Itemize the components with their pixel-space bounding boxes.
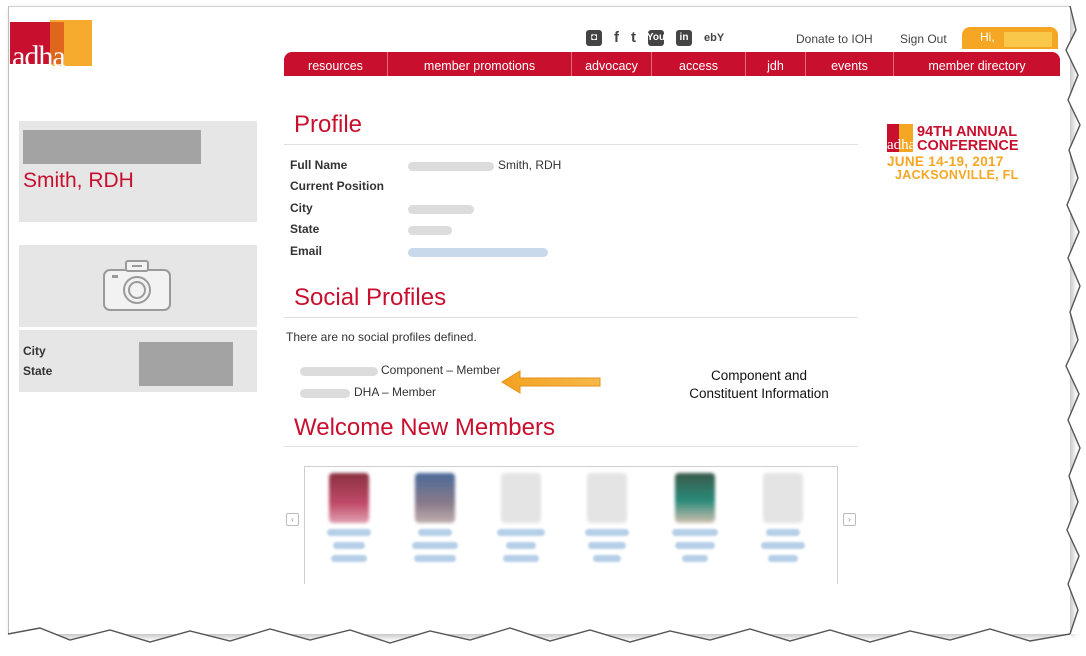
ebay-icon[interactable]: ebY [704,32,724,44]
youtube-icon[interactable]: You [647,29,665,46]
conference-line-2: CONFERENCE [917,138,1019,154]
annotation-callout: Component and Constituent Information [674,367,844,403]
full-name-value: Smith, RDH [498,158,562,172]
sidebar-state-label: State [23,364,53,378]
conference-banner[interactable]: adha 94TH ANNUAL CONFERENCE JUNE 14-19, … [887,124,1059,190]
nav-advocacy[interactable]: advocacy [572,52,652,76]
main-nav: resources member promotions advocacy acc… [284,52,1060,76]
logo-text: adha [12,40,66,73]
new-member-card[interactable] [399,473,471,562]
member-location-card: City State [19,330,257,392]
user-greeting[interactable]: Hi, [962,27,1058,49]
blurred-city [408,205,474,214]
blurred-component-name [300,367,378,376]
city-label: City [290,201,313,215]
sign-out-link[interactable]: Sign Out [900,32,947,46]
carousel-next-button[interactable]: › [843,513,856,526]
carousel-prev-button[interactable]: ‹ [286,513,299,526]
tumblr-icon[interactable]: t [631,29,636,46]
member-name: Smith, RDH [23,169,134,192]
annotation-line-2: Constituent Information [689,386,829,401]
blurred-email-link[interactable] [408,248,548,257]
annotation-arrow-icon [501,370,601,394]
greeting-text: Hi, [980,30,995,44]
profile-heading: Profile [294,111,363,138]
nav-member-promotions[interactable]: member promotions [388,52,572,76]
state-label: State [290,222,320,236]
redacted-location [139,342,233,386]
new-member-card[interactable] [659,473,731,562]
divider [284,317,858,318]
nav-events[interactable]: events [806,52,894,76]
email-label: Email [290,244,323,258]
position-label: Current Position [290,179,385,193]
adha-logo[interactable]: adha [10,20,92,73]
nav-access[interactable]: access [652,52,746,76]
no-social-profiles-text: There are no social profiles defined. [286,330,477,344]
blurred-first-name [408,162,494,171]
new-member-card[interactable] [747,473,819,562]
nav-resources[interactable]: resources [284,52,388,76]
social-icons: ◘ f t You in ebY [586,29,724,46]
conference-logo-text: adha [887,137,916,153]
sidebar-city-label: City [23,344,46,358]
welcome-new-members-heading: Welcome New Members [294,414,555,441]
social-profiles-heading: Social Profiles [294,284,447,311]
new-member-card[interactable] [485,473,557,562]
member-photo[interactable] [19,245,257,327]
new-members-carousel [304,466,838,584]
annotation-line-1: Component and [710,368,808,383]
blurred-constituent-name [300,389,350,398]
component-membership: Component – Member [381,363,501,377]
linkedin-icon[interactable]: in [676,29,692,46]
constituent-membership: DHA – Member [354,385,437,399]
facebook-icon[interactable]: f [614,29,619,46]
nav-jdh[interactable]: jdh [746,52,806,76]
divider [284,144,858,145]
instagram-icon[interactable]: ◘ [586,29,602,46]
redacted-first-name [23,130,201,164]
divider [284,446,858,447]
nav-member-directory[interactable]: member directory [894,52,1060,76]
redacted-username [1004,32,1052,47]
member-name-card: Smith, RDH [19,121,257,222]
donate-link[interactable]: Donate to IOH [796,32,873,46]
new-member-card[interactable] [571,473,643,562]
camera-icon [103,260,171,311]
blurred-state [408,226,452,235]
full-name-label: Full Name [290,158,348,172]
new-member-card[interactable] [313,473,385,562]
conference-location: JACKSONVILLE, FL [895,168,1019,182]
conference-dates: JUNE 14-19, 2017 [887,154,1004,169]
